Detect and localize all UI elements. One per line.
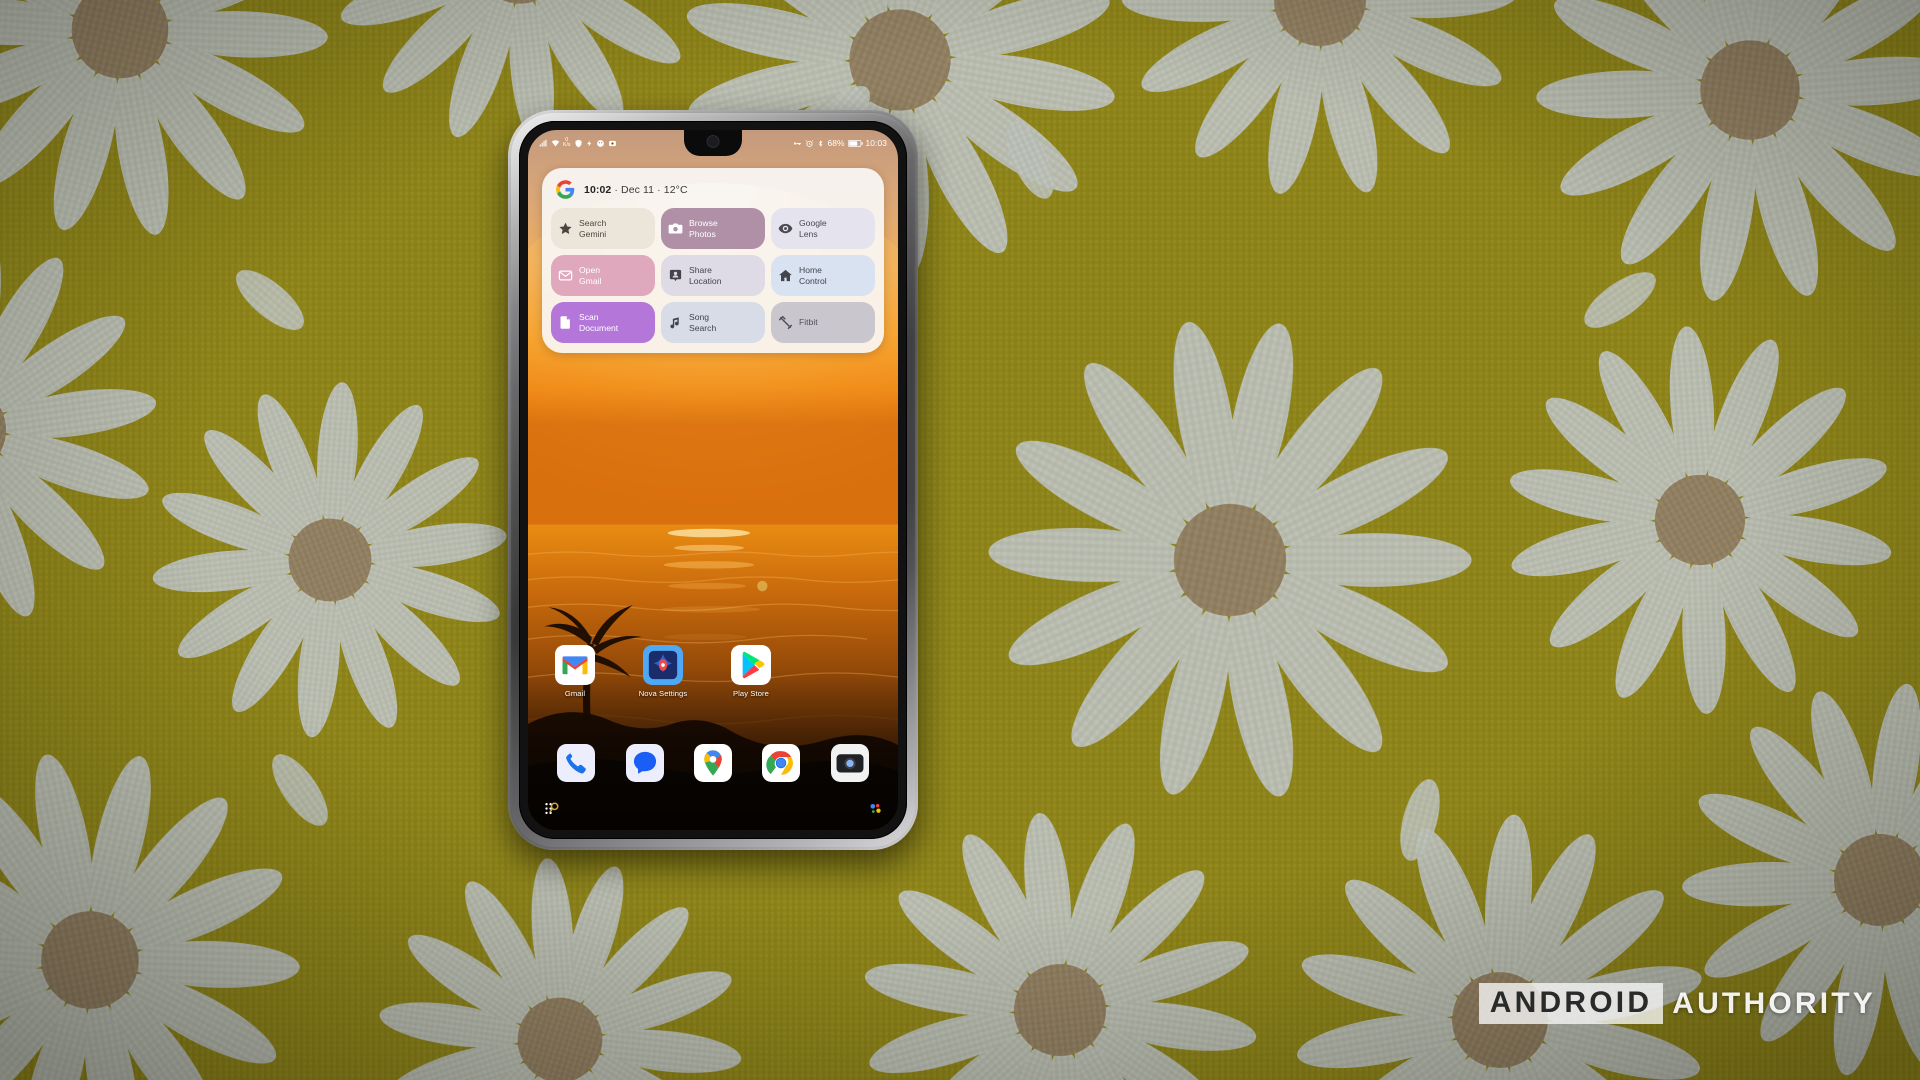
bluetooth-icon [817,139,824,148]
dock [528,744,898,782]
play-store-icon [731,645,771,685]
app-drawer-search-icon[interactable] [544,801,559,816]
status-bar: 0 K/s 68% 10:03 [528,130,898,156]
eye-icon [778,221,793,236]
dock-app-camera[interactable] [830,744,869,782]
widget-shortcut-label: Scan Document [579,312,619,333]
widget-shortcut-fitbit[interactable]: Fitbit [771,302,875,343]
star-icon [558,221,573,236]
app-label-play-store: Play Store [732,689,770,698]
camera-icon [668,221,683,236]
dumbbell-icon [778,315,793,330]
signal-icon [539,139,548,148]
envelope-icon [558,268,573,283]
widget-shortcut-home-control[interactable]: Home Control [771,255,875,296]
watermark-android: ANDROID [1478,983,1664,1024]
widget-header[interactable]: 10:02 · Dec 11 · 12°C [551,177,875,208]
widget-shortcut-grid: Search Gemini Browse Photos Google Lens Ope… [551,208,875,343]
widget-shortcut-label: Browse Photos [689,218,718,239]
widget-shortcut-label: Share Location [689,265,722,286]
dock-app-messages[interactable] [625,744,664,782]
widget-sep-1: · [614,183,618,196]
phone-device: 0 K/s 68% 10:03 10:02 · Dec 11 · 12°C Se… [508,110,918,850]
app-nova-settings[interactable]: Nova Settings [634,645,692,698]
app-gmail[interactable]: Gmail [546,645,604,698]
widget-shortcut-label: Fitbit [799,317,818,328]
phone-bezel: 0 K/s 68% 10:03 10:02 · Dec 11 · 12°C Se… [519,121,907,839]
widget-shortcut-label: Open Gmail [579,265,602,286]
data-rate-unit: K/s [563,142,571,148]
bottom-bar [528,786,898,830]
app-icon-1 [596,139,605,148]
widget-shortcut-open-gmail[interactable]: Open Gmail [551,255,655,296]
widget-date: Dec 11 [621,183,655,196]
widget-shortcut-label: Search Gemini [579,218,607,239]
status-bar-clock: 10:03 [865,138,887,148]
widget-shortcut-google-lens[interactable]: Google Lens [771,208,875,249]
nova-settings-icon [643,645,683,685]
app-icon-2 [608,139,617,148]
gmail-icon [555,645,595,685]
wifi-icon [551,139,560,148]
widget-header-text: 10:02 · Dec 11 · 12°C [584,184,688,196]
document-icon [558,315,573,330]
person-pin-icon [668,268,683,283]
fabric-background [0,0,1920,1080]
home-screen-app-row: Gmail Nova Settings Play Store [528,645,898,698]
dock-app-maps[interactable] [693,744,732,782]
app-label-gmail: Gmail [564,689,586,698]
widget-time: 10:02 [584,183,612,196]
widget-shortcut-song-search[interactable]: Song Search [661,302,765,343]
phone-screen[interactable]: 0 K/s 68% 10:03 10:02 · Dec 11 · 12°C Se… [528,130,898,830]
dock-app-chrome[interactable] [762,744,801,782]
google-assistant-icon[interactable] [869,802,882,815]
widget-temperature: 12°C [663,183,688,196]
app-label-nova-settings: Nova Settings [638,689,688,698]
widget-shortcut-browse-photos[interactable]: Browse Photos [661,208,765,249]
widget-shortcut-share-location[interactable]: Share Location [661,255,765,296]
watermark: ANDROID AUTHORITY [1478,983,1876,1024]
watermark-authority: AUTHORITY [1672,986,1876,1020]
google-g-logo [556,180,575,199]
google-search-widget[interactable]: 10:02 · Dec 11 · 12°C Search Gemini Brows… [542,168,884,353]
app-play-store[interactable]: Play Store [722,645,780,698]
key-icon [792,139,802,148]
data-rate-indicator: 0 K/s [563,137,571,148]
battery-percent-label: 68% [827,138,845,148]
house-icon [778,268,793,283]
battery-icon [847,139,863,148]
dock-app-phone[interactable] [557,744,596,782]
vpn-icon [574,139,583,148]
widget-shortcut-label: Song Search [689,312,717,333]
alarm-icon [805,139,814,148]
widget-shortcut-search-gemini[interactable]: Search Gemini [551,208,655,249]
widget-shortcut-label: Home Control [799,265,827,286]
widget-sep-2: · [657,183,661,196]
widget-shortcut-scan-document[interactable]: Scan Document [551,302,655,343]
music-note-icon [668,315,683,330]
widget-shortcut-label: Google Lens [799,218,827,239]
flash-icon [586,139,593,148]
